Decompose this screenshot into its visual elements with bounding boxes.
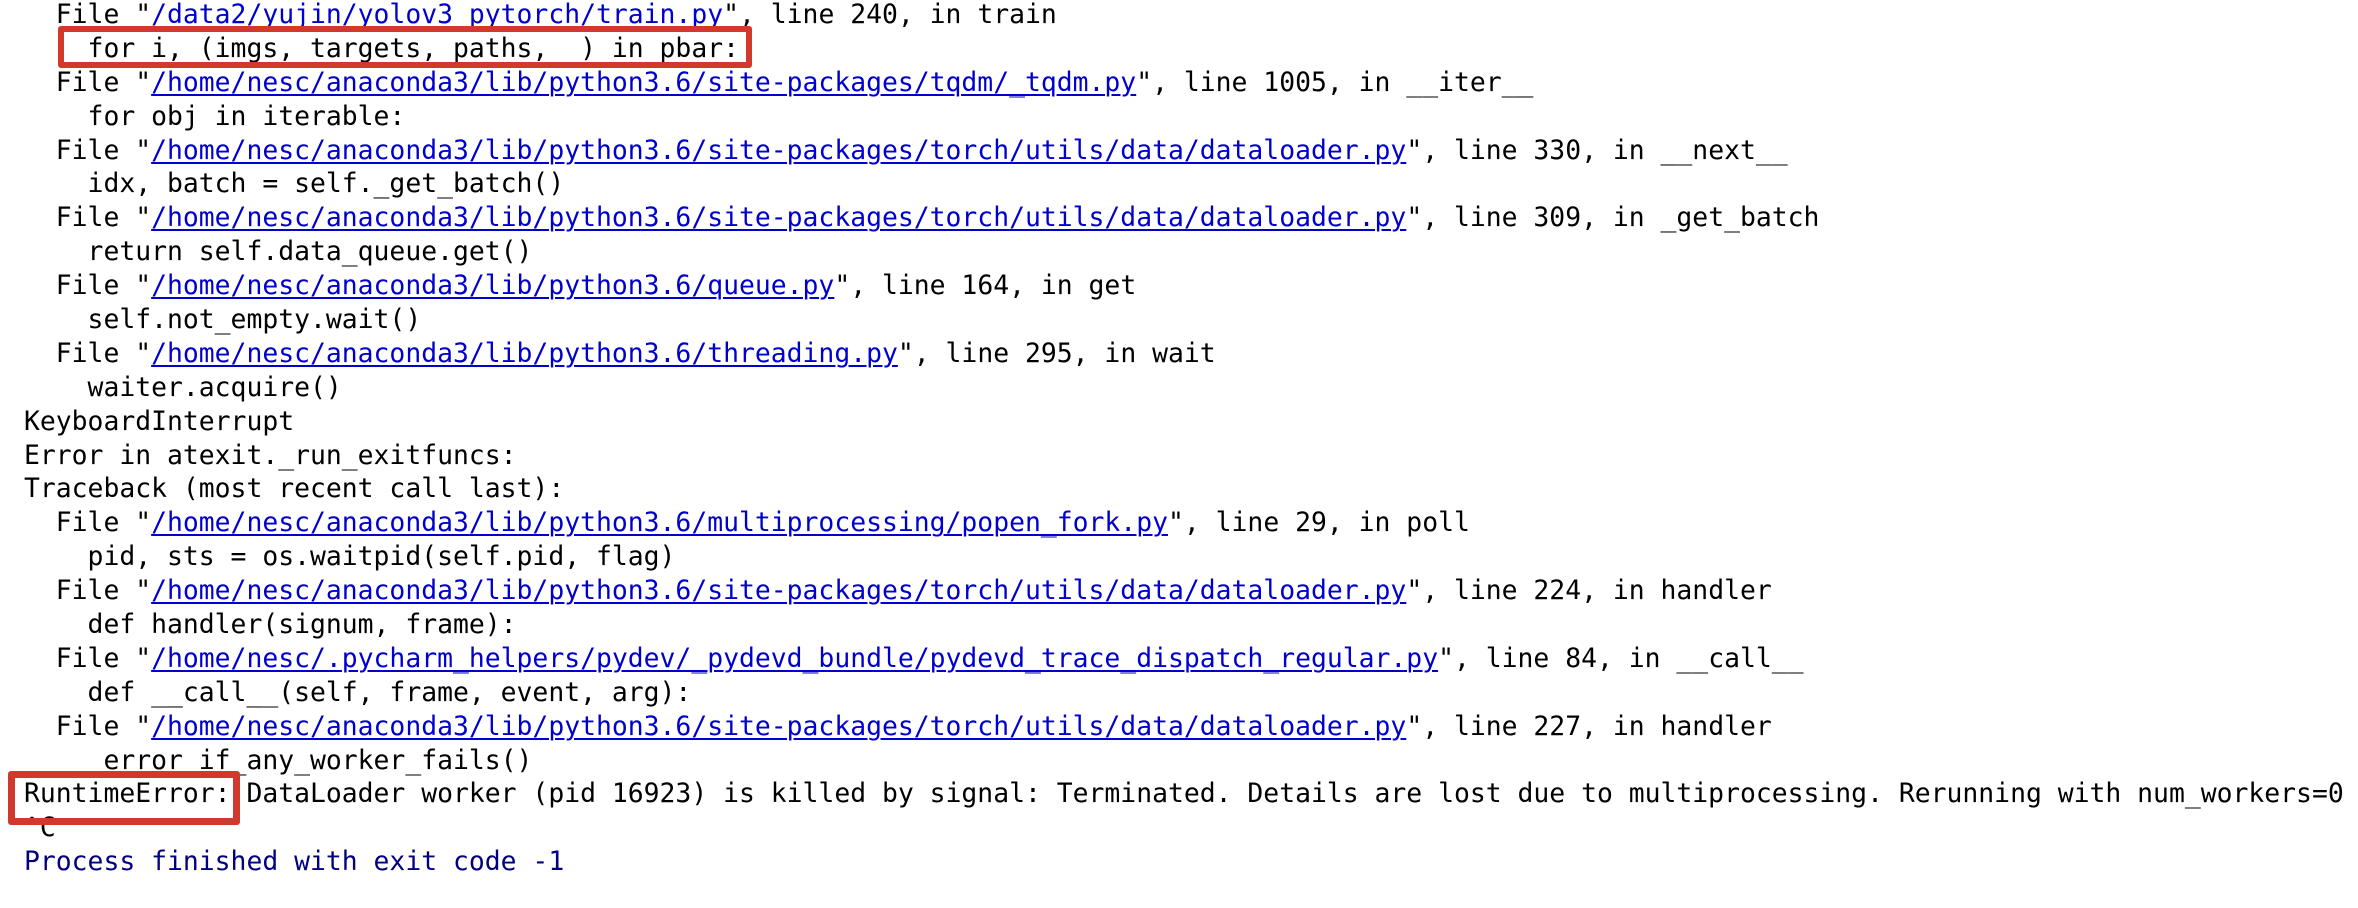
file-path-link[interactable]: /home/nesc/anaconda3/lib/python3.6/queue… bbox=[151, 270, 834, 301]
file-path-link[interactable]: /home/nesc/anaconda3/lib/python3.6/site-… bbox=[151, 711, 1406, 742]
console-text-line: def __call__(self, frame, event, arg): bbox=[24, 676, 692, 708]
file-location-suffix: ", line 1005, in __iter__ bbox=[1136, 66, 1534, 98]
file-location-suffix: ", line 295, in wait bbox=[897, 337, 1216, 369]
traceback-file-line: File "/home/nesc/anaconda3/lib/python3.6… bbox=[24, 134, 2344, 168]
file-location-suffix: ", line 29, in poll bbox=[1167, 507, 1470, 539]
traceback-file-line: File "/home/nesc/anaconda3/lib/python3.6… bbox=[24, 201, 2344, 235]
console-text-line: def handler(signum, frame): bbox=[24, 609, 517, 641]
file-path-link[interactable]: /home/nesc/anaconda3/lib/python3.6/site-… bbox=[151, 67, 1136, 98]
file-prefix: File " bbox=[24, 575, 152, 607]
file-path-link[interactable]: /home/nesc/anaconda3/lib/python3.6/site-… bbox=[151, 202, 1406, 233]
traceback-file-line: File "/home/nesc/anaconda3/lib/python3.6… bbox=[24, 269, 2344, 303]
file-location-suffix: ", line 309, in _get_batch bbox=[1406, 202, 1820, 234]
file-location-suffix: ", line 84, in __call__ bbox=[1438, 642, 1804, 674]
console-text-line: self.not_empty.wait() bbox=[24, 304, 422, 336]
console-text-line: pid, sts = os.waitpid(self.pid, flag) bbox=[24, 541, 676, 573]
file-path-link[interactable]: /data2/yujin/yolov3_pytorch/train.py bbox=[151, 0, 723, 30]
console-text-line: for obj in iterable: bbox=[24, 100, 406, 132]
traceback-file-line: File "/home/nesc/.pycharm_helpers/pydev/… bbox=[24, 642, 2344, 676]
file-prefix: File " bbox=[24, 202, 152, 234]
console-text-line: Traceback (most recent call last): bbox=[24, 473, 565, 505]
file-location-suffix: ", line 164, in get bbox=[834, 270, 1137, 302]
file-prefix: File " bbox=[24, 337, 152, 369]
file-prefix: File " bbox=[24, 507, 152, 539]
file-path-link[interactable]: /home/nesc/anaconda3/lib/python3.6/site-… bbox=[151, 135, 1406, 166]
process-exit-message: Process finished with exit code -1 bbox=[24, 846, 565, 878]
file-location-suffix: ", line 240, in train bbox=[723, 0, 1057, 30]
console-text-line: KeyboardInterrupt bbox=[24, 405, 295, 437]
file-prefix: File " bbox=[24, 642, 152, 674]
run-console-output: File "/data2/yujin/yolov3_pytorch/train.… bbox=[24, 0, 2344, 879]
traceback-file-line: File "/home/nesc/anaconda3/lib/python3.6… bbox=[24, 574, 2344, 608]
console-text-line: return self.data_queue.get() bbox=[24, 236, 533, 268]
file-path-link[interactable]: /home/nesc/anaconda3/lib/python3.6/threa… bbox=[151, 338, 898, 369]
file-path-link[interactable]: /home/nesc/.pycharm_helpers/pydev/_pydev… bbox=[151, 643, 1438, 674]
console-text-line: RuntimeError: DataLoader worker (pid 169… bbox=[24, 778, 2344, 810]
file-location-suffix: ", line 330, in __next__ bbox=[1406, 134, 1788, 166]
file-path-link[interactable]: /home/nesc/anaconda3/lib/python3.6/multi… bbox=[151, 507, 1168, 538]
traceback-file-line: File "/home/nesc/anaconda3/lib/python3.6… bbox=[24, 66, 2344, 100]
console-text-line: idx, batch = self._get_batch() bbox=[24, 168, 565, 200]
traceback-file-line: File "/data2/yujin/yolov3_pytorch/train.… bbox=[24, 0, 2344, 32]
console-text-line: _error_if_any_worker_fails() bbox=[24, 744, 533, 776]
file-prefix: File " bbox=[24, 0, 152, 30]
console-text-line: ^C bbox=[24, 812, 56, 844]
console-text-line: waiter.acquire() bbox=[24, 371, 342, 403]
traceback-file-line: File "/home/nesc/anaconda3/lib/python3.6… bbox=[24, 337, 2344, 371]
traceback-file-line: File "/home/nesc/anaconda3/lib/python3.6… bbox=[24, 710, 2344, 744]
file-location-suffix: ", line 224, in handler bbox=[1406, 575, 1772, 607]
file-path-link[interactable]: /home/nesc/anaconda3/lib/python3.6/site-… bbox=[151, 575, 1406, 606]
console-text-line: Error in atexit._run_exitfuncs: bbox=[24, 439, 517, 471]
file-prefix: File " bbox=[24, 66, 152, 98]
console-text-line: for i, (imgs, targets, paths, _) in pbar… bbox=[24, 32, 739, 64]
traceback-file-line: File "/home/nesc/anaconda3/lib/python3.6… bbox=[24, 506, 2344, 540]
file-location-suffix: ", line 227, in handler bbox=[1406, 710, 1772, 742]
file-prefix: File " bbox=[24, 710, 152, 742]
file-prefix: File " bbox=[24, 270, 152, 302]
file-prefix: File " bbox=[24, 134, 152, 166]
